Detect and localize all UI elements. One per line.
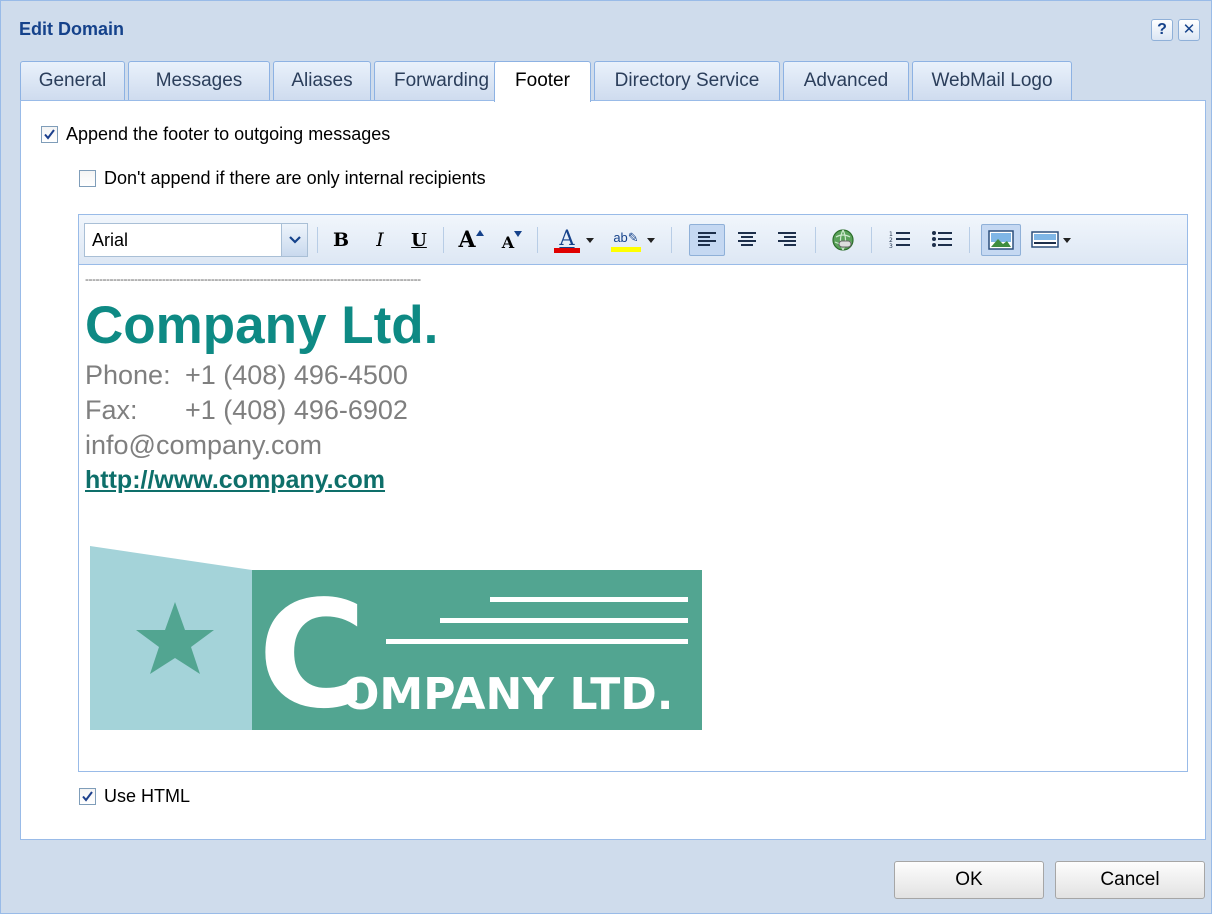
dont-append-row: Don't append if there are only internal …: [79, 168, 486, 189]
phone-value: +1 (408) 496-4500: [185, 360, 408, 390]
editor-content-area[interactable]: ----------------------------------------…: [79, 266, 1187, 771]
font-family-select[interactable]: Arial: [84, 223, 308, 257]
tab-messages[interactable]: Messages: [128, 61, 270, 101]
dont-append-internal-label: Don't append if there are only internal …: [104, 168, 486, 188]
append-footer-checkbox[interactable]: [41, 126, 58, 143]
font-color-letter: A: [559, 225, 575, 250]
highlight-icon: ab✎: [613, 229, 639, 245]
image-icon: [988, 230, 1014, 250]
align-left-button[interactable]: [689, 224, 725, 256]
highlight-label: ab: [613, 229, 628, 245]
dont-append-internal-checkbox[interactable]: [79, 170, 96, 187]
edit-domain-dialog: Edit Domain ? ✕ General Messages Aliases…: [0, 0, 1212, 914]
footer-website-link[interactable]: http://www.company.com: [85, 463, 385, 497]
dropdown-arrow-icon: [1063, 237, 1071, 243]
image-properties-icon: [1031, 231, 1059, 248]
toolbar-separator: [671, 227, 672, 253]
dialog-title: Edit Domain: [19, 19, 125, 39]
cancel-button[interactable]: Cancel: [1055, 861, 1205, 899]
font-color-button[interactable]: A: [549, 224, 599, 256]
align-right-button[interactable]: [771, 224, 803, 256]
dropdown-arrow-icon: [647, 237, 655, 243]
tab-general[interactable]: General: [20, 61, 125, 101]
highlight-color-bar: [611, 246, 641, 252]
globe-link-icon: [832, 229, 854, 251]
align-left-icon: [698, 232, 716, 246]
close-button[interactable]: ✕: [1178, 19, 1200, 41]
align-center-icon: [738, 232, 756, 246]
phone-label: Phone:: [85, 360, 171, 390]
fax-label: Fax:: [85, 395, 138, 425]
bold-button[interactable]: B: [327, 224, 355, 256]
append-footer-label: Append the footer to outgoing messages: [66, 124, 391, 144]
font-family-value: Arial: [92, 229, 129, 250]
toolbar-separator: [537, 227, 538, 253]
title-bar: Edit Domain ? ✕: [1, 1, 1211, 59]
tab-footer[interactable]: Footer: [494, 61, 591, 102]
tab-webmail-logo[interactable]: WebMail Logo: [912, 61, 1072, 101]
grow-font-letter: A: [458, 227, 476, 253]
insert-link-button[interactable]: [827, 224, 859, 256]
fax-value: +1 (408) 496-6902: [185, 395, 408, 425]
footer-company-name: Company Ltd.: [85, 296, 439, 355]
append-footer-row: Append the footer to outgoing messages: [41, 124, 390, 145]
footer-phone-line: Phone: +1 (408) 496-4500: [85, 358, 1181, 393]
logo-text: OMPANY LTD.: [342, 669, 673, 720]
use-html-row: Use HTML: [79, 786, 190, 807]
checkmark-icon: [44, 129, 55, 140]
checkmark-icon: [82, 791, 93, 802]
tab-strip: General Messages Aliases Forwarding Foot…: [20, 61, 1206, 102]
help-button[interactable]: ?: [1151, 19, 1173, 41]
company-logo-image: C OMPANY LTD.: [90, 546, 702, 741]
unordered-list-button[interactable]: [927, 224, 957, 256]
use-html-label: Use HTML: [104, 786, 191, 806]
company-logo: C OMPANY LTD.: [90, 546, 702, 741]
shrink-font-button[interactable]: A: [497, 224, 527, 256]
toolbar-separator: [815, 227, 816, 253]
image-options-button[interactable]: [1025, 224, 1077, 256]
arrow-up-icon: [475, 230, 484, 236]
bullet-list-icon: [932, 231, 952, 247]
toolbar-separator: [969, 227, 970, 253]
toolbar-separator: [443, 227, 444, 253]
chevron-down-icon[interactable]: [281, 224, 307, 256]
highlight-color-button[interactable]: ab✎: [607, 224, 659, 256]
italic-button[interactable]: I: [366, 224, 394, 256]
svg-text:3: 3: [889, 243, 893, 250]
footer-panel: Append the footer to outgoing messages D…: [20, 100, 1206, 840]
toolbar-separator: [317, 227, 318, 253]
font-color-bar: [554, 247, 580, 253]
tab-forwarding[interactable]: Forwarding: [374, 61, 509, 101]
footer-separator-line: ----------------------------------------…: [85, 272, 421, 286]
footer-fax-line: Fax: +1 (408) 496-6902: [85, 393, 1181, 428]
tab-directory-service[interactable]: Directory Service: [594, 61, 780, 101]
ok-button[interactable]: OK: [894, 861, 1044, 899]
toolbar-separator: [871, 227, 872, 253]
align-right-icon: [778, 232, 796, 246]
tab-aliases[interactable]: Aliases: [273, 61, 371, 101]
editor-toolbar: Arial B I U A A A ab✎ 1 2 3: [79, 215, 1187, 265]
ordered-list-icon: 123: [889, 231, 910, 250]
insert-image-button[interactable]: [981, 224, 1021, 256]
tab-advanced[interactable]: Advanced: [783, 61, 909, 101]
shrink-font-letter: A: [501, 232, 515, 252]
ordered-list-button[interactable]: 123: [885, 224, 915, 256]
footer-html-editor: Arial B I U A A A ab✎ 1 2 3 ------------…: [78, 214, 1188, 772]
use-html-checkbox[interactable]: [79, 788, 96, 805]
grow-font-button[interactable]: A: [455, 224, 487, 256]
arrow-down-icon: [514, 231, 523, 237]
underline-button[interactable]: U: [405, 224, 433, 256]
footer-email: info@company.com: [85, 430, 323, 460]
dropdown-arrow-icon: [586, 237, 594, 243]
align-center-button[interactable]: [731, 224, 763, 256]
